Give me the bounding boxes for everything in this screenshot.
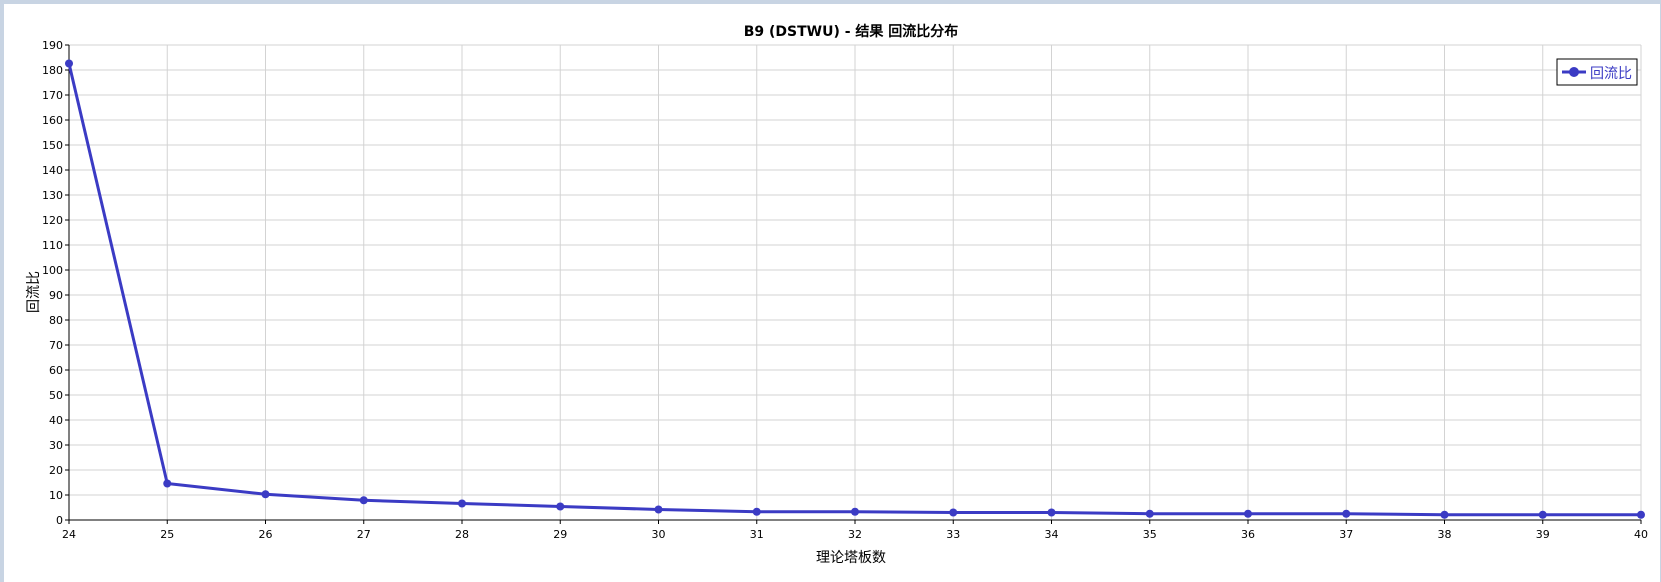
y-tick-label: 10: [49, 489, 63, 502]
x-tick-label: 28: [455, 528, 469, 541]
x-tick-label: 27: [357, 528, 371, 541]
legend-marker-icon: [1569, 67, 1579, 77]
x-axis-ticks: 24 25 26 27 28 29 30 31 32 33 34 35 36 37 38 39 40: [62, 520, 1648, 541]
x-tick-label: 32: [848, 528, 862, 541]
data-point[interactable]: [949, 508, 958, 517]
y-tick-label: 190: [42, 39, 63, 52]
y-tick-label: 0: [56, 514, 63, 527]
data-point[interactable]: [359, 496, 368, 505]
legend[interactable]: 回流比: [1556, 58, 1638, 86]
y-tick-label: 100: [42, 264, 63, 277]
x-tick-label: 33: [946, 528, 960, 541]
y-axis-ticks: 0 10 20 30 40 50 60 70 80 90 100 110 120 130 140 150 160…: [42, 39, 69, 527]
grid: [68, 44, 1642, 521]
line-chart: B9 (DSTWU) - 结果 回流比分布 0 10 20 30 40 50 60 70 80 9…: [26, 23, 1648, 566]
data-point[interactable]: [654, 505, 663, 514]
y-tick-label: 80: [49, 314, 63, 327]
data-point[interactable]: [1440, 510, 1449, 519]
y-tick-label: 20: [49, 464, 63, 477]
y-tick-label: 120: [42, 214, 63, 227]
x-tick-label: 30: [652, 528, 666, 541]
data-point[interactable]: [752, 507, 761, 516]
y-tick-label: 170: [42, 89, 63, 102]
data-point[interactable]: [556, 502, 565, 511]
data-point[interactable]: [1145, 509, 1154, 518]
y-tick-label: 160: [42, 114, 63, 127]
x-tick-label: 31: [750, 528, 764, 541]
data-point[interactable]: [1244, 509, 1252, 518]
data-point[interactable]: [851, 507, 859, 516]
x-tick-label: 29: [553, 528, 567, 541]
x-tick-label: 35: [1143, 528, 1157, 541]
legend-entry-label: 回流比: [1590, 66, 1632, 82]
y-tick-label: 110: [42, 239, 63, 252]
y-tick-label: 130: [42, 189, 63, 202]
y-tick-label: 150: [42, 139, 63, 152]
x-tick-label: 26: [259, 528, 273, 541]
y-tick-label: 140: [42, 164, 63, 177]
y-tick-label: 180: [42, 64, 63, 77]
x-tick-label: 39: [1536, 528, 1550, 541]
data-point[interactable]: [1047, 508, 1056, 517]
y-tick-label: 60: [49, 364, 63, 377]
y-tick-label: 90: [49, 289, 63, 302]
x-tick-label: 25: [160, 528, 174, 541]
x-tick-label: 38: [1438, 528, 1452, 541]
data-point[interactable]: [163, 479, 172, 488]
chart-title: B9 (DSTWU) - 结果 回流比分布: [744, 23, 959, 40]
data-point[interactable]: [458, 499, 466, 508]
data-point[interactable]: [1342, 509, 1351, 518]
y-axis-label: 回流比: [26, 271, 42, 313]
x-axis-label: 理论塔板数: [816, 550, 886, 566]
data-point[interactable]: [261, 490, 270, 499]
x-tick-label: 34: [1045, 528, 1059, 541]
y-tick-label: 50: [49, 389, 63, 402]
y-tick-label: 70: [49, 339, 63, 352]
x-tick-label: 40: [1634, 528, 1648, 541]
x-tick-label: 24: [62, 528, 76, 541]
data-point[interactable]: [1637, 510, 1645, 519]
y-tick-label: 40: [49, 414, 63, 427]
y-tick-label: 30: [49, 439, 63, 452]
x-tick-label: 37: [1339, 528, 1353, 541]
x-tick-label: 36: [1241, 528, 1255, 541]
data-point[interactable]: [1538, 510, 1547, 519]
data-point[interactable]: [65, 59, 73, 68]
